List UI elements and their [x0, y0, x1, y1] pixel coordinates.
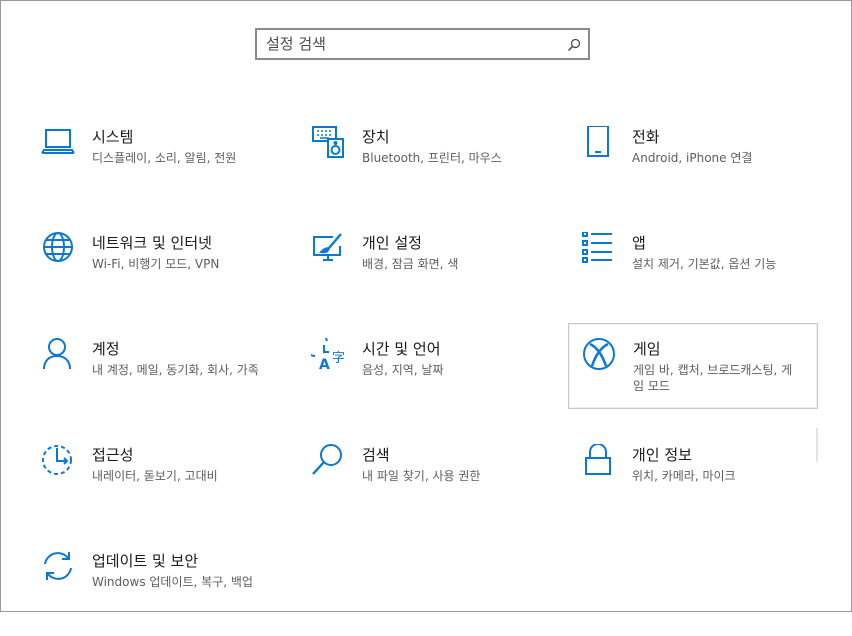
category-description: Wi-Fi, 비행기 모드, VPN — [92, 257, 220, 271]
category-title: 앱 — [632, 234, 646, 252]
category-search[interactable]: 검색 내 파일 찾기, 사용 권한 — [311, 444, 561, 530]
category-description: Windows 업데이트, 복구, 백업 — [92, 575, 253, 589]
category-description: 내 파일 찾기, 사용 권한 — [362, 469, 481, 483]
personalization-icon — [311, 232, 347, 268]
apps-list-icon — [581, 232, 617, 268]
globe-icon — [41, 232, 77, 268]
devices-icon — [311, 126, 347, 162]
category-title: 접근성 — [92, 446, 134, 464]
category-description: Bluetooth, 프린터, 마우스 — [362, 151, 502, 165]
category-description: 위치, 카메라, 마이크 — [632, 469, 736, 483]
search-placeholder: 설정 검색 — [266, 35, 326, 53]
search-category-icon — [311, 444, 347, 480]
category-title: 장치 — [362, 128, 390, 146]
category-title: 시스템 — [92, 128, 134, 146]
category-gaming[interactable]: 게임 게임 바, 캡처, 브로드캐스팅, 게임 모드 — [568, 323, 818, 409]
category-title: 시간 및 언어 — [362, 340, 441, 358]
category-title: 개인 정보 — [632, 446, 692, 464]
phone-icon — [581, 126, 617, 162]
category-description: 게임 바, 캡처, 브로드캐스팅, 게임 모드 — [633, 363, 793, 393]
category-network[interactable]: 네트워크 및 인터넷 Wi-Fi, 비행기 모드, VPN — [41, 232, 291, 318]
search-icon[interactable] — [567, 38, 581, 52]
ease-of-access-icon — [41, 444, 77, 480]
category-title: 업데이트 및 보안 — [92, 552, 199, 570]
category-time-language[interactable]: A 字 시간 및 언어 음성, 지역, 날짜 — [311, 338, 561, 424]
laptop-icon — [41, 126, 77, 162]
category-title: 게임 — [633, 340, 661, 358]
time-language-icon: A 字 — [311, 338, 347, 374]
category-phone[interactable]: 전화 Android, iPhone 연결 — [581, 126, 831, 212]
category-title: 네트워크 및 인터넷 — [92, 234, 212, 252]
category-apps[interactable]: 앱 설치 제거, 기본값, 옵션 기능 — [581, 232, 831, 318]
person-icon — [41, 338, 77, 374]
category-description: Android, iPhone 연결 — [632, 151, 753, 165]
svg-text:A: A — [319, 357, 330, 373]
category-title: 전화 — [632, 128, 660, 146]
svg-text:字: 字 — [332, 351, 345, 366]
category-devices[interactable]: 장치 Bluetooth, 프린터, 마우스 — [311, 126, 561, 212]
category-description: 디스플레이, 소리, 알림, 전원 — [92, 151, 237, 165]
category-description: 내레이터, 돋보기, 고대비 — [92, 469, 218, 483]
category-ease-of-access[interactable]: 접근성 내레이터, 돋보기, 고대비 — [41, 444, 291, 530]
category-accounts[interactable]: 계정 내 계정, 메일, 동기화, 회사, 가족 — [41, 338, 291, 424]
xbox-icon — [582, 338, 618, 374]
category-description: 음성, 지역, 날짜 — [362, 363, 444, 377]
update-icon — [41, 550, 77, 586]
search-input[interactable]: 설정 검색 — [255, 28, 590, 60]
divider — [816, 428, 818, 462]
category-title: 개인 설정 — [362, 234, 422, 252]
category-system[interactable]: 시스템 디스플레이, 소리, 알림, 전원 — [41, 126, 291, 212]
category-update-security[interactable]: 업데이트 및 보안 Windows 업데이트, 복구, 백업 — [41, 550, 291, 636]
category-personalization[interactable]: 개인 설정 배경, 잠금 화면, 색 — [311, 232, 561, 318]
category-description: 내 계정, 메일, 동기화, 회사, 가족 — [92, 363, 259, 377]
category-title: 계정 — [92, 340, 120, 358]
lock-icon — [581, 444, 617, 480]
category-privacy[interactable]: 개인 정보 위치, 카메라, 마이크 — [581, 444, 831, 530]
category-description: 배경, 잠금 화면, 색 — [362, 257, 459, 271]
category-description: 설치 제거, 기본값, 옵션 기능 — [632, 257, 777, 271]
category-title: 검색 — [362, 446, 390, 464]
